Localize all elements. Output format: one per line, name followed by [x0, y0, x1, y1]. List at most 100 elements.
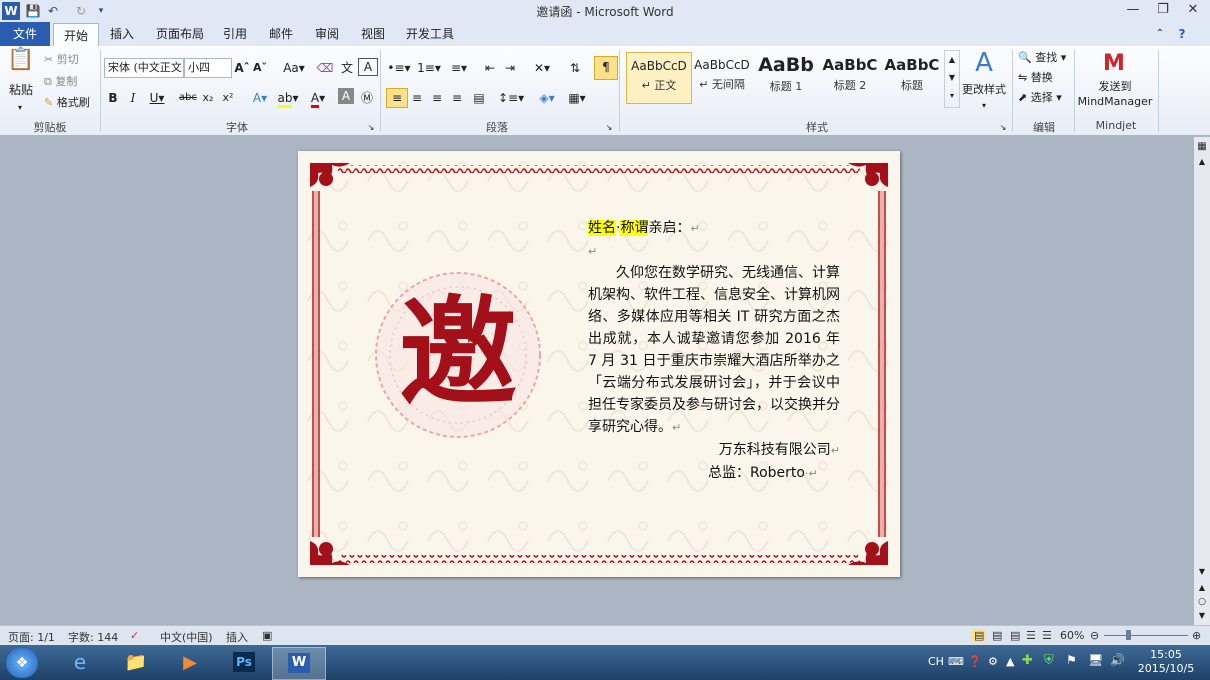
tray-settings-icon[interactable]: ⚙ [988, 655, 998, 668]
style-normal[interactable]: AaBbCcD ↵ 正文 [626, 52, 692, 104]
start-button[interactable]: ❖ [6, 648, 38, 678]
show-hidden-icons[interactable]: ▲ [1006, 655, 1014, 668]
styles-dialog-launcher-icon[interactable]: ↘ [998, 118, 1008, 138]
copy-button[interactable]: ⧉ 复制 [44, 72, 94, 92]
font-color-icon[interactable]: A▾ [306, 88, 330, 108]
superscript-icon[interactable]: x² [220, 88, 236, 108]
keyboard-icon[interactable]: ⌨ [948, 655, 964, 668]
clock[interactable]: 15:05 2015/10/5 [1136, 648, 1196, 676]
font-size-select[interactable]: 小四 [184, 58, 232, 78]
show-marks-icon[interactable]: ¶ [594, 56, 618, 80]
tab-page-layout[interactable]: 页面布局 [148, 22, 212, 46]
insert-mode[interactable]: 插入 [226, 629, 248, 645]
borders-icon[interactable]: ▦▾ [564, 88, 590, 108]
cut-button[interactable]: ✂ 剪切 [44, 50, 94, 70]
company-line[interactable]: 万东科技有限公司↵ [588, 439, 840, 462]
view-print-layout-icon[interactable]: ▤ [972, 629, 987, 642]
ruler-toggle-icon[interactable]: ▦ [1196, 141, 1208, 153]
security-tray-icon[interactable]: ✚ [1022, 653, 1033, 668]
style-heading-1[interactable]: AaBb 标题 1 [754, 52, 818, 102]
zoom-out-icon[interactable]: ⊖ [1090, 629, 1099, 642]
paste-dropdown-icon[interactable]: ▾ [8, 98, 32, 118]
grow-font-icon[interactable]: Aˆ [234, 58, 250, 78]
tab-file[interactable]: 文件 [0, 22, 50, 46]
word-taskbar-icon[interactable]: W [272, 647, 326, 680]
tab-mailings[interactable]: 邮件 [262, 22, 300, 46]
align-center-icon[interactable]: ≡ [408, 88, 426, 108]
action-center-icon[interactable]: ⚑ [1066, 653, 1077, 667]
view-reading-icon[interactable]: ▤ [992, 629, 1002, 642]
close-button[interactable]: ✕ [1178, 1, 1208, 19]
tab-insert[interactable]: 插入 [102, 22, 142, 46]
subscript-icon[interactable]: x₂ [200, 88, 216, 108]
enclose-char-icon[interactable]: Ⓜ [358, 88, 376, 108]
media-player-icon[interactable]: ▶ [164, 647, 216, 678]
phonetic-guide-icon[interactable]: 文 [338, 58, 356, 78]
sort-icon[interactable]: ⇅ [566, 58, 584, 78]
align-left-icon[interactable]: ≡ [386, 88, 408, 108]
bullets-icon[interactable]: •≡▾ [386, 58, 412, 78]
zoom-slider[interactable] [1104, 635, 1188, 636]
italic-icon[interactable]: I [126, 88, 140, 108]
shrink-font-icon[interactable]: Aˇ [252, 58, 268, 78]
explorer-icon[interactable]: 📁 [110, 647, 162, 678]
text-effects-icon[interactable]: A▾ [248, 88, 272, 108]
next-page-icon[interactable]: ▼ [1197, 611, 1207, 621]
proofing-icon[interactable]: ✓ [130, 629, 139, 642]
document-page[interactable]: 邀 姓名·称谓亲启：↵ ↵ 久仰您在数学研究、无线通信、计算机架构、软件工程、信… [298, 151, 900, 577]
page-count[interactable]: 页面: 1/1 [8, 629, 55, 645]
highlight-color-icon[interactable]: ab▾ [276, 88, 300, 108]
change-styles-dropdown-icon[interactable]: ▾ [976, 96, 992, 116]
letter-body[interactable]: 姓名·称谓亲启：↵ ↵ 久仰您在数学研究、无线通信、计算机架构、软件工程、信息安… [588, 217, 840, 485]
collapse-ribbon-icon[interactable]: ⌃ [1150, 22, 1170, 46]
font-name-select[interactable]: 宋体 (中文正文 [104, 58, 184, 78]
style-title[interactable]: AaBbC 标题 [882, 52, 942, 102]
paste-button[interactable]: 粘贴 [6, 80, 36, 100]
vertical-scrollbar[interactable]: ▦ ▲ ▼ ▲ ○ ▼ [1194, 137, 1210, 625]
language-indicator[interactable]: 中文(中国) [160, 629, 213, 645]
shading-icon[interactable]: ◈▾ [534, 88, 560, 108]
word-count[interactable]: 字数: 144 [68, 629, 118, 645]
zoom-slider-thumb[interactable] [1126, 630, 1131, 640]
empty-line[interactable]: ↵ [588, 240, 840, 262]
char-border-icon[interactable]: A [358, 58, 378, 76]
ie-icon[interactable]: e [54, 647, 106, 678]
justify-icon[interactable]: ≡ [448, 88, 466, 108]
zoom-level[interactable]: 60% [1060, 629, 1084, 642]
merge-field-name[interactable]: 姓名 [588, 220, 616, 236]
tab-view[interactable]: 视图 [354, 22, 392, 46]
line-spacing-icon[interactable]: ↕≡▾ [498, 88, 524, 108]
paragraph-dialog-launcher-icon[interactable]: ↘ [604, 118, 614, 138]
scroll-down-icon[interactable]: ▼ [1197, 567, 1207, 577]
numbering-icon[interactable]: 1≡▾ [416, 58, 442, 78]
char-shading-icon[interactable]: A [338, 88, 354, 104]
underline-icon[interactable]: U▾ [146, 88, 168, 108]
align-right-icon[interactable]: ≡ [428, 88, 446, 108]
view-outline-icon[interactable]: ☰ [1026, 629, 1036, 642]
change-case-icon[interactable]: Aa▾ [282, 58, 306, 78]
strikethrough-icon[interactable]: abc [178, 88, 198, 108]
scroll-up-icon[interactable]: ▲ [1197, 157, 1207, 167]
asian-layout-icon[interactable]: ✕▾ [530, 58, 554, 78]
minimize-button[interactable]: — [1118, 1, 1148, 19]
maximize-button[interactable]: ❐ [1148, 1, 1178, 19]
style-no-spacing[interactable]: AaBbCcD ↵ 无间隔 [690, 52, 754, 102]
macro-record-icon[interactable]: ▣ [262, 629, 272, 642]
font-dialog-launcher-icon[interactable]: ↘ [366, 118, 376, 138]
volume-icon[interactable]: 🔊 [1110, 653, 1125, 667]
send-to-label[interactable]: 发送到 [1080, 79, 1150, 94]
tab-references[interactable]: 引用 [216, 22, 254, 46]
decrease-indent-icon[interactable]: ⇤ [482, 58, 498, 78]
browse-object-icon[interactable]: ○ [1197, 597, 1207, 607]
clear-format-icon[interactable]: ⌫ [316, 58, 334, 78]
find-button[interactable]: 🔍 查找 ▾ [1018, 48, 1074, 68]
view-draft-icon[interactable]: ☰ [1042, 629, 1052, 642]
zoom-in-icon[interactable]: ⊕ [1192, 629, 1201, 642]
increase-indent-icon[interactable]: ⇥ [502, 58, 518, 78]
shield-icon[interactable]: ⛨ [1044, 653, 1054, 668]
mindmanager-label[interactable]: MindManager [1076, 94, 1154, 109]
style-heading-2[interactable]: AaBbC 标题 2 [818, 52, 882, 102]
distributed-icon[interactable]: ▤ [470, 88, 488, 108]
input-language[interactable]: CH [928, 655, 944, 668]
replace-button[interactable]: ⇋ 替换 [1018, 68, 1074, 88]
